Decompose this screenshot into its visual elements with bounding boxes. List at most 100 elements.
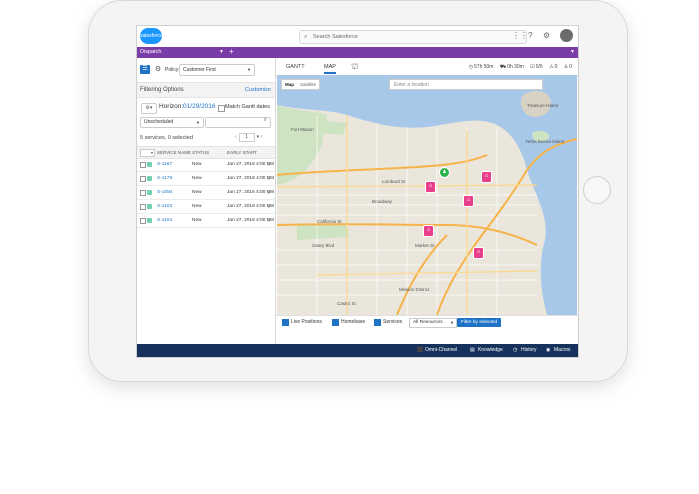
tablet-home-button[interactable] (583, 176, 611, 204)
user-icon: ♙ (563, 64, 569, 70)
map-label: California St (317, 219, 342, 224)
services-label: Services (383, 319, 403, 325)
list-view-button[interactable]: ☰ (140, 65, 150, 74)
gear-icon[interactable]: ⚙ (543, 31, 550, 41)
kpi-scheduled-count: 0/5 (535, 64, 543, 70)
help-icon[interactable]: ? (528, 31, 532, 41)
chevron-down-icon[interactable]: ▼ (570, 47, 575, 58)
map-label: Castro St (337, 301, 356, 306)
chevron-down-icon[interactable]: ▼ (267, 214, 271, 227)
homebase-checkbox[interactable] (332, 319, 339, 326)
column-header-status[interactable]: STATUS (192, 147, 209, 158)
map-label: Mission District (399, 287, 430, 292)
search-icon: ⌕ (304, 34, 308, 40)
grid-icon[interactable]: ⋮⋮ (512, 31, 528, 41)
chevron-down-icon[interactable]: ▼ (267, 200, 271, 213)
service-type-icon (147, 204, 152, 209)
next-page-icon[interactable]: › (261, 134, 263, 140)
service-type-icon (147, 218, 152, 223)
service-id[interactable]: S-1103 (157, 200, 172, 213)
horizon-label: Horizon: (159, 103, 184, 110)
table-row[interactable]: S-1103 New Jan 27, 2016 4:00 PM ▼ (137, 200, 275, 214)
customize-link[interactable]: Customize (245, 87, 271, 93)
add-tab-button[interactable]: + (229, 46, 234, 57)
tab-map[interactable]: MAP (324, 64, 336, 74)
search-placeholder: Search Salesforce (313, 34, 358, 40)
settings-gear-icon[interactable]: ⚙ (153, 65, 163, 74)
map-type-map[interactable]: Map (282, 82, 297, 87)
view-tabs: GANTT MAP ⛫ ◷57h 50m ⛟0h 30m ☑0/5 ⚠0 ♙0 (276, 58, 578, 76)
chevron-down-icon[interactable]: ▼ (267, 186, 271, 199)
filter-by-selected-button[interactable]: Filter by selected (457, 318, 501, 327)
map-label: Yerba Buena Island (525, 139, 565, 144)
live-positions-label: Live Positions (291, 319, 322, 325)
prev-page-icon[interactable]: ‹ (235, 134, 237, 140)
service-home-marker[interactable]: ⌂ (423, 225, 434, 237)
kpi-stats: ◷57h 50m ⛟0h 30m ☑0/5 ⚠0 ♙0 (464, 64, 572, 71)
table-row[interactable]: S-1104 New Jan 27, 2016 4:00 PM ▼ (137, 214, 275, 228)
service-id[interactable]: S-1094 (157, 186, 172, 199)
utility-knowledge[interactable]: Knowledge (478, 344, 503, 357)
tab-gantt[interactable]: GANTT (286, 64, 305, 70)
service-type-icon (147, 176, 152, 181)
row-checkbox[interactable] (140, 176, 146, 182)
service-home-marker[interactable]: ⌂ (473, 247, 484, 259)
table-row[interactable]: S-1167 New Jan 27, 2016 4:00 PM ▼ (137, 158, 275, 172)
service-id[interactable]: S-1167 (157, 158, 172, 171)
map-filter-footer: Live Positions Homebase Services All Res… (276, 315, 578, 329)
salesforce-logo[interactable]: salesforce (140, 28, 163, 44)
clock-icon: ◷ (468, 64, 474, 70)
services-checkbox[interactable] (374, 319, 381, 326)
avatar[interactable] (560, 29, 573, 42)
page-number[interactable]: 1 (238, 133, 255, 142)
row-checkbox[interactable] (140, 162, 146, 168)
table-row[interactable]: S-1094 New Jan 27, 2016 4:00 PM ▼ (137, 186, 275, 200)
global-header: salesforce ⌕ Search Salesforce ⋮⋮ ? ⚙ (137, 26, 578, 48)
map-type-toggle[interactable]: Map Satellite (281, 79, 321, 90)
horizon-date[interactable]: 01/29/2016 (183, 103, 216, 110)
row-checkbox[interactable] (140, 204, 146, 210)
resources-select[interactable]: All Resources ▼ (409, 318, 457, 328)
status-filter-select[interactable]: Unscheduled ▼ (140, 117, 204, 128)
match-gantt-checkbox[interactable] (218, 105, 225, 112)
service-id[interactable]: S-1178 (157, 172, 172, 185)
map-type-satellite[interactable]: Satellite (297, 82, 319, 87)
policy-select[interactable]: Customer First ▼ (179, 64, 255, 76)
live-positions-checkbox[interactable] (282, 319, 289, 326)
utility-history[interactable]: History (521, 344, 537, 357)
chevron-down-icon[interactable]: ▼ (219, 47, 224, 58)
row-checkbox[interactable] (140, 190, 146, 196)
global-search-input[interactable]: ⌕ Search Salesforce (299, 30, 527, 44)
service-status: New (192, 162, 202, 167)
location-input[interactable]: Enter a location (389, 79, 543, 90)
horizon-settings-button[interactable]: ⚙▾ (141, 103, 157, 114)
resource-location-marker[interactable]: ♟ (439, 167, 450, 178)
select-all-dropdown[interactable]: ▾ (140, 149, 155, 157)
service-status: New (192, 204, 202, 209)
chevron-down-icon[interactable]: ▼ (267, 172, 271, 185)
service-type-icon (147, 190, 152, 195)
chevron-down-icon[interactable]: ▼ (267, 158, 271, 171)
chevron-down-icon[interactable]: ▾ (257, 134, 260, 140)
column-header-service-name[interactable]: SERVICE NAME (157, 147, 191, 158)
knowledge-icon: ▤ (470, 347, 475, 353)
policy-label: Policy: (165, 67, 180, 73)
utility-omni-channel[interactable]: Omni-Channel (425, 344, 457, 357)
column-header-early-start[interactable]: EARLY START (227, 147, 257, 158)
service-search-input[interactable]: ⌕ (205, 117, 271, 128)
utility-macros[interactable]: Macros (554, 344, 570, 357)
check-icon: ☑ (530, 64, 535, 70)
row-checkbox[interactable] (140, 218, 146, 224)
macros-icon: ◉ (546, 347, 551, 353)
car-icon: ⛟ (499, 64, 507, 70)
service-id[interactable]: S-1104 (157, 214, 172, 227)
app-name[interactable]: Dispatch (140, 47, 161, 58)
policy-icon[interactable]: ⛫ (351, 62, 358, 72)
service-home-marker[interactable]: ⌂ (425, 181, 436, 193)
resources-select-value: All Resources (413, 320, 443, 325)
table-row[interactable]: S-1178 New Jan 27, 2016 4:00 PM ▼ (137, 172, 275, 186)
service-home-marker[interactable]: ⌂ (481, 171, 492, 183)
map-view[interactable]: Map Satellite Enter a location Fort Mason… (277, 75, 577, 315)
map-label: Geary Blvd (312, 243, 335, 248)
service-home-marker[interactable]: ⌂ (463, 195, 474, 207)
